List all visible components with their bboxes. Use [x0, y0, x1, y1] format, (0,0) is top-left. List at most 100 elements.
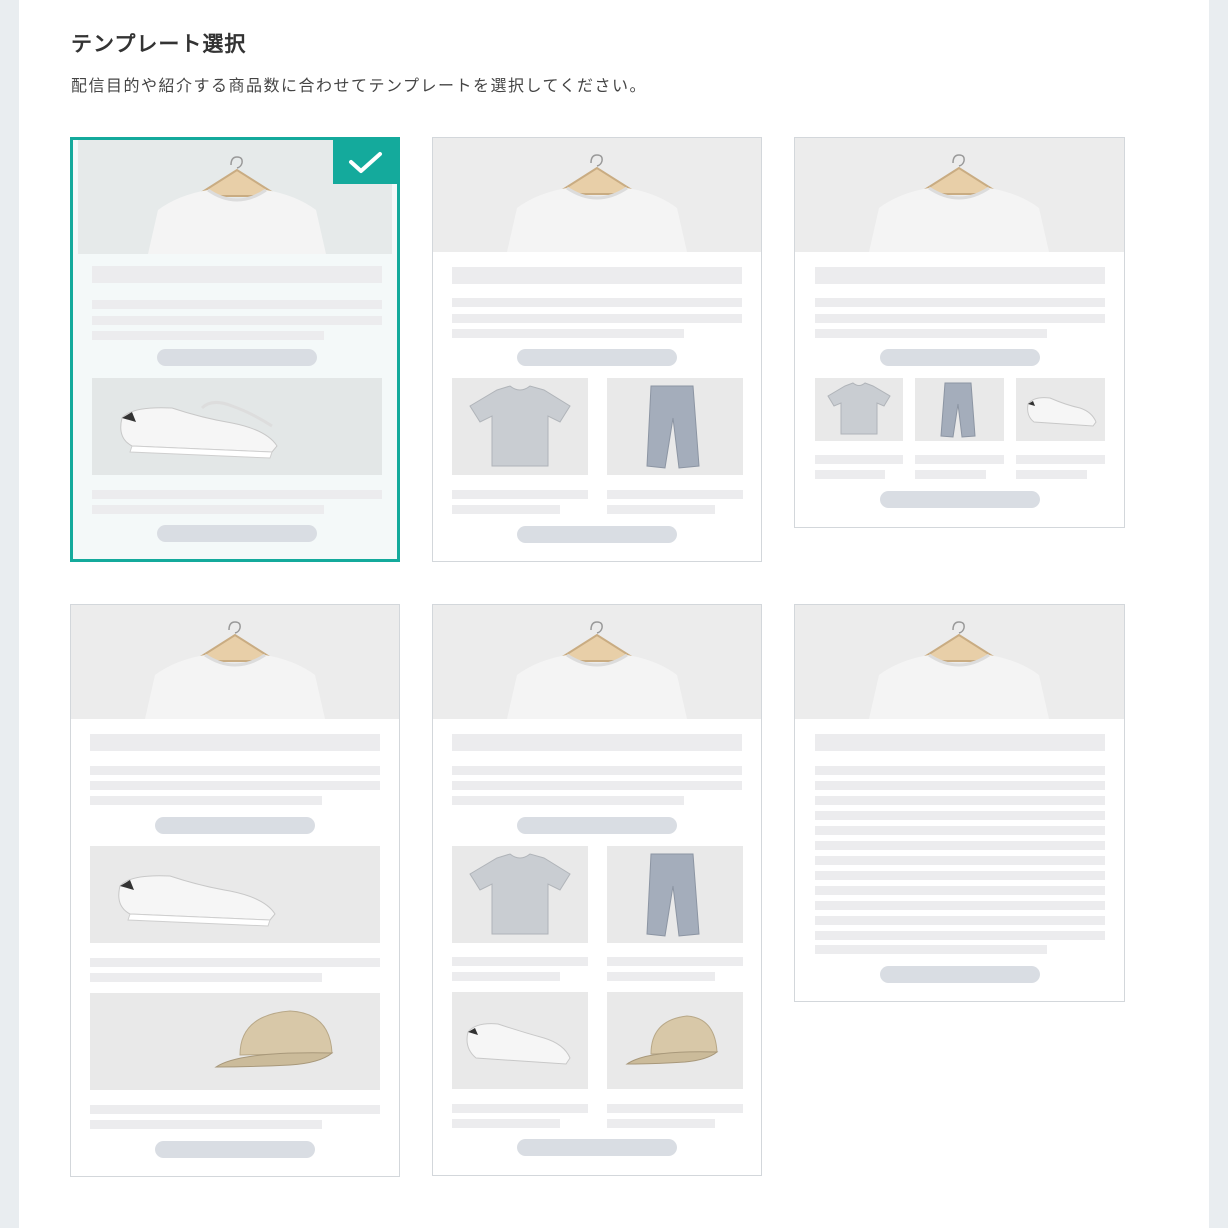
placeholder-button [880, 349, 1040, 366]
placeholder-text-line [90, 958, 380, 967]
sneakers-icon [118, 875, 276, 927]
placeholder-heading [452, 267, 742, 284]
product-image-tshirt [815, 378, 903, 441]
product-image-sneakers [90, 846, 380, 943]
placeholder-text-line [452, 490, 588, 499]
placeholder-button [880, 966, 1040, 983]
placeholder-heading [90, 734, 380, 751]
template-preview [795, 138, 1124, 527]
placeholder-text-line [90, 766, 380, 775]
product-image-tshirt [452, 378, 588, 475]
placeholder-text-line [607, 1104, 743, 1113]
placeholder-text-line [452, 766, 742, 775]
cap-icon [625, 1015, 719, 1065]
sneakers-icon [1027, 397, 1097, 427]
sweater-hanger-icon [869, 154, 1049, 252]
product-image-jeans [915, 378, 1004, 441]
placeholder-button [517, 526, 677, 543]
placeholder-text-line [815, 455, 903, 464]
hero-image [433, 138, 761, 252]
placeholder-text-line [452, 796, 684, 805]
placeholder-text-line [815, 841, 1105, 850]
jeans-icon [940, 382, 976, 438]
placeholder-text-line [452, 329, 684, 338]
template-preview [433, 138, 761, 561]
page-title: テンプレート選択 [71, 32, 247, 56]
placeholder-text-line [607, 957, 743, 966]
placeholder-text-line [1016, 455, 1105, 464]
cap-icon [214, 1010, 334, 1068]
placeholder-text-line [452, 314, 742, 323]
placeholder-text-line [1016, 470, 1087, 479]
placeholder-text-line [607, 505, 715, 514]
placeholder-button [157, 349, 317, 366]
placeholder-text-line [607, 490, 743, 499]
placeholder-text-line [452, 1104, 588, 1113]
tshirt-icon [827, 382, 891, 435]
placeholder-button [517, 817, 677, 834]
product-image-cap [607, 992, 743, 1089]
placeholder-text-line [815, 886, 1105, 895]
product-image-jeans [607, 846, 743, 943]
placeholder-text-line [815, 470, 885, 479]
placeholder-text-line [452, 972, 560, 981]
tshirt-icon [469, 385, 571, 467]
template-card-2[interactable] [432, 137, 762, 562]
placeholder-button [157, 525, 317, 542]
hero-image [795, 138, 1124, 252]
sweater-hanger-icon [145, 621, 325, 719]
placeholder-button [155, 1141, 315, 1158]
placeholder-text-line [90, 781, 380, 790]
placeholder-text-line [815, 871, 1105, 880]
template-card-3[interactable] [794, 137, 1125, 528]
placeholder-text-line [92, 300, 382, 309]
placeholder-heading [815, 267, 1105, 284]
placeholder-text-line [815, 856, 1105, 865]
placeholder-text-line [92, 316, 382, 325]
sneakers-icon [466, 1023, 571, 1065]
placeholder-button [517, 1139, 677, 1156]
placeholder-text-line [607, 972, 715, 981]
placeholder-text-line [92, 331, 324, 340]
placeholder-text-line [452, 957, 588, 966]
product-image-tshirt [452, 846, 588, 943]
placeholder-text-line [815, 766, 1105, 775]
product-image-sneakers [452, 992, 588, 1089]
page-description: 配信目的や紹介する商品数に合わせてテンプレートを選択してください。 [71, 76, 648, 95]
template-preview [795, 605, 1124, 1001]
placeholder-text-line [815, 826, 1105, 835]
placeholder-text-line [815, 314, 1105, 323]
hero-image [433, 605, 761, 719]
template-card-4[interactable] [70, 604, 400, 1177]
placeholder-text-line [815, 811, 1105, 820]
checkmark-icon [349, 152, 382, 173]
placeholder-text-line [815, 901, 1105, 910]
template-preview [71, 605, 399, 1176]
placeholder-text-line [815, 329, 1047, 338]
placeholder-button [517, 349, 677, 366]
placeholder-heading [815, 734, 1105, 751]
placeholder-text-line [915, 455, 1004, 464]
placeholder-button [880, 491, 1040, 508]
placeholder-text-line [92, 505, 324, 514]
product-image-jeans [607, 378, 743, 475]
jeans-icon [646, 853, 700, 937]
template-card-1[interactable] [70, 137, 400, 562]
product-image-sneakers [1016, 378, 1105, 441]
hero-image [71, 605, 399, 719]
placeholder-text-line [915, 470, 986, 479]
template-card-6[interactable] [794, 604, 1125, 1002]
placeholder-text-line [90, 1120, 322, 1129]
template-card-5[interactable] [432, 604, 762, 1176]
placeholder-text-line [90, 1105, 380, 1114]
template-preview [433, 605, 761, 1175]
selected-check-badge [333, 140, 397, 184]
placeholder-heading [92, 266, 382, 283]
jeans-icon [646, 385, 700, 469]
placeholder-text-line [452, 298, 742, 307]
product-image-sneakers [92, 378, 382, 475]
placeholder-text-line [90, 973, 322, 982]
product-image-cap [90, 993, 380, 1090]
placeholder-text-line [607, 1119, 715, 1128]
placeholder-heading [452, 734, 742, 751]
